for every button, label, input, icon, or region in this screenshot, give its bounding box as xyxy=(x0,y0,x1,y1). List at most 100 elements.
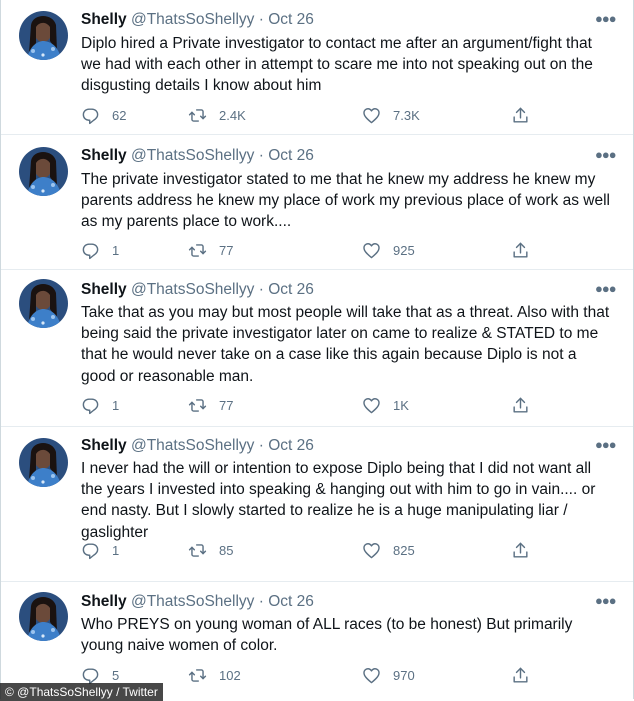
tweet-date[interactable]: Oct 26 xyxy=(268,437,314,454)
tweet-actions: 1 77 925 xyxy=(81,239,541,261)
display-name[interactable]: Shelly xyxy=(81,593,127,610)
tweet-header: Shelly @ThatsSoShellyy · Oct 26 ●●● xyxy=(81,279,617,301)
tweet-actions: 62 2.4K 7.3K xyxy=(81,104,541,126)
tweet-text: Diplo hired a Private investigator to co… xyxy=(81,35,593,95)
share-button[interactable] xyxy=(511,664,530,686)
display-name[interactable]: Shelly xyxy=(81,11,127,28)
share-icon xyxy=(513,107,528,123)
tweet-header: Shelly @ThatsSoShellyy · Oct 26 ●●● xyxy=(81,145,617,167)
heart-icon xyxy=(363,542,380,558)
like-count: 1K xyxy=(393,397,409,413)
tweet-date[interactable]: Oct 26 xyxy=(268,281,314,298)
separator: · xyxy=(258,593,264,610)
reply-icon xyxy=(82,397,99,414)
image-credit: © @ThatsSoShellyy / Twitter xyxy=(0,683,163,701)
tweet-text: Take that as you may but most people wil… xyxy=(81,304,610,385)
retweet-count: 77 xyxy=(219,242,234,258)
user-handle[interactable]: @ThatsSoShellyy xyxy=(131,437,254,454)
reply-button[interactable]: 1 xyxy=(81,394,119,416)
retweet-button[interactable]: 102 xyxy=(188,664,241,686)
reply-button[interactable]: 62 xyxy=(81,104,126,126)
share-button[interactable] xyxy=(511,239,530,261)
avatar[interactable] xyxy=(19,279,68,328)
display-name[interactable]: Shelly xyxy=(81,147,127,164)
like-button[interactable]: 970 xyxy=(362,664,415,686)
tweet-1[interactable]: Shelly @ThatsSoShellyy · Oct 26 ●●● Dipl… xyxy=(1,0,633,135)
tweet-3[interactable]: Shelly @ThatsSoShellyy · Oct 26 ●●● Take… xyxy=(1,270,633,427)
more-options-icon[interactable]: ●●● xyxy=(595,279,617,301)
tweet-text: Who PREYS on young woman of ALL races (t… xyxy=(81,616,573,655)
share-button[interactable] xyxy=(511,104,530,126)
reply-count: 5 xyxy=(112,667,120,683)
tweet-4[interactable]: Shelly @ThatsSoShellyy · Oct 26 ●●● I ne… xyxy=(1,427,633,582)
reply-icon xyxy=(82,242,99,259)
retweet-count: 85 xyxy=(219,542,234,558)
reply-count: 62 xyxy=(112,107,127,123)
reply-icon xyxy=(82,542,99,559)
user-handle[interactable]: @ThatsSoShellyy xyxy=(131,281,254,298)
avatar[interactable] xyxy=(19,11,68,60)
tweet-date[interactable]: Oct 26 xyxy=(268,11,314,28)
heart-icon xyxy=(363,397,380,413)
like-count: 7.3K xyxy=(393,107,420,123)
retweet-button[interactable]: 85 xyxy=(188,539,233,561)
like-button[interactable]: 925 xyxy=(362,239,415,261)
tweet-5[interactable]: Shelly @ThatsSoShellyy · Oct 26 ●●● Who … xyxy=(1,582,633,699)
like-button[interactable]: 825 xyxy=(362,539,415,561)
retweet-button[interactable]: 77 xyxy=(188,239,233,261)
retweet-button[interactable]: 2.4K xyxy=(188,104,246,126)
reply-button[interactable]: 1 xyxy=(81,539,119,561)
tweet-header: Shelly @ThatsSoShellyy · Oct 26 ●●● xyxy=(81,435,617,457)
retweet-icon xyxy=(188,543,207,557)
reply-count: 1 xyxy=(112,542,120,558)
retweet-icon xyxy=(188,668,207,682)
share-button[interactable] xyxy=(511,539,530,561)
more-options-icon[interactable]: ●●● xyxy=(595,145,617,167)
share-button[interactable] xyxy=(511,394,530,416)
avatar[interactable] xyxy=(19,147,68,196)
reply-icon xyxy=(82,667,99,684)
tweet-thread: Shelly @ThatsSoShellyy · Oct 26 ●●● Dipl… xyxy=(0,0,634,699)
user-handle[interactable]: @ThatsSoShellyy xyxy=(131,147,254,164)
tweet-actions: 1 77 1K xyxy=(81,394,541,416)
share-icon xyxy=(513,242,528,258)
more-options-icon[interactable]: ●●● xyxy=(595,591,617,613)
user-handle[interactable]: @ThatsSoShellyy xyxy=(131,11,254,28)
retweet-icon xyxy=(188,108,207,122)
reply-icon xyxy=(82,107,99,124)
avatar[interactable] xyxy=(19,438,68,487)
more-options-icon[interactable]: ●●● xyxy=(595,435,617,457)
reply-count: 1 xyxy=(112,397,120,413)
avatar[interactable] xyxy=(19,592,68,641)
like-count: 825 xyxy=(393,542,415,558)
separator: · xyxy=(258,437,264,454)
retweet-count: 102 xyxy=(219,667,241,683)
user-handle[interactable]: @ThatsSoShellyy xyxy=(131,593,254,610)
heart-icon xyxy=(363,242,380,258)
share-icon xyxy=(513,667,528,683)
separator: · xyxy=(258,11,264,28)
like-button[interactable]: 7.3K xyxy=(362,104,420,126)
tweet-date[interactable]: Oct 26 xyxy=(268,147,314,164)
like-count: 970 xyxy=(393,667,415,683)
display-name[interactable]: Shelly xyxy=(81,437,127,454)
tweet-text: I never had the will or intention to exp… xyxy=(81,460,596,541)
tweet-date[interactable]: Oct 26 xyxy=(268,593,314,610)
tweet-text: The private investigator stated to me th… xyxy=(81,171,610,231)
tweet-header: Shelly @ThatsSoShellyy · Oct 26 ●●● xyxy=(81,591,617,613)
separator: · xyxy=(258,281,264,298)
display-name[interactable]: Shelly xyxy=(81,281,127,298)
tweet-2[interactable]: Shelly @ThatsSoShellyy · Oct 26 ●●● The … xyxy=(1,135,633,270)
heart-icon xyxy=(363,667,380,683)
retweet-count: 2.4K xyxy=(219,107,246,123)
retweet-count: 77 xyxy=(219,397,234,413)
reply-button[interactable]: 1 xyxy=(81,239,119,261)
separator: · xyxy=(258,147,264,164)
share-icon xyxy=(513,397,528,413)
tweet-actions: 1 85 825 xyxy=(81,539,541,561)
heart-icon xyxy=(363,107,380,123)
tweet-header: Shelly @ThatsSoShellyy · Oct 26 ●●● xyxy=(81,9,617,31)
more-options-icon[interactable]: ●●● xyxy=(595,9,617,31)
like-button[interactable]: 1K xyxy=(362,394,409,416)
retweet-button[interactable]: 77 xyxy=(188,394,233,416)
